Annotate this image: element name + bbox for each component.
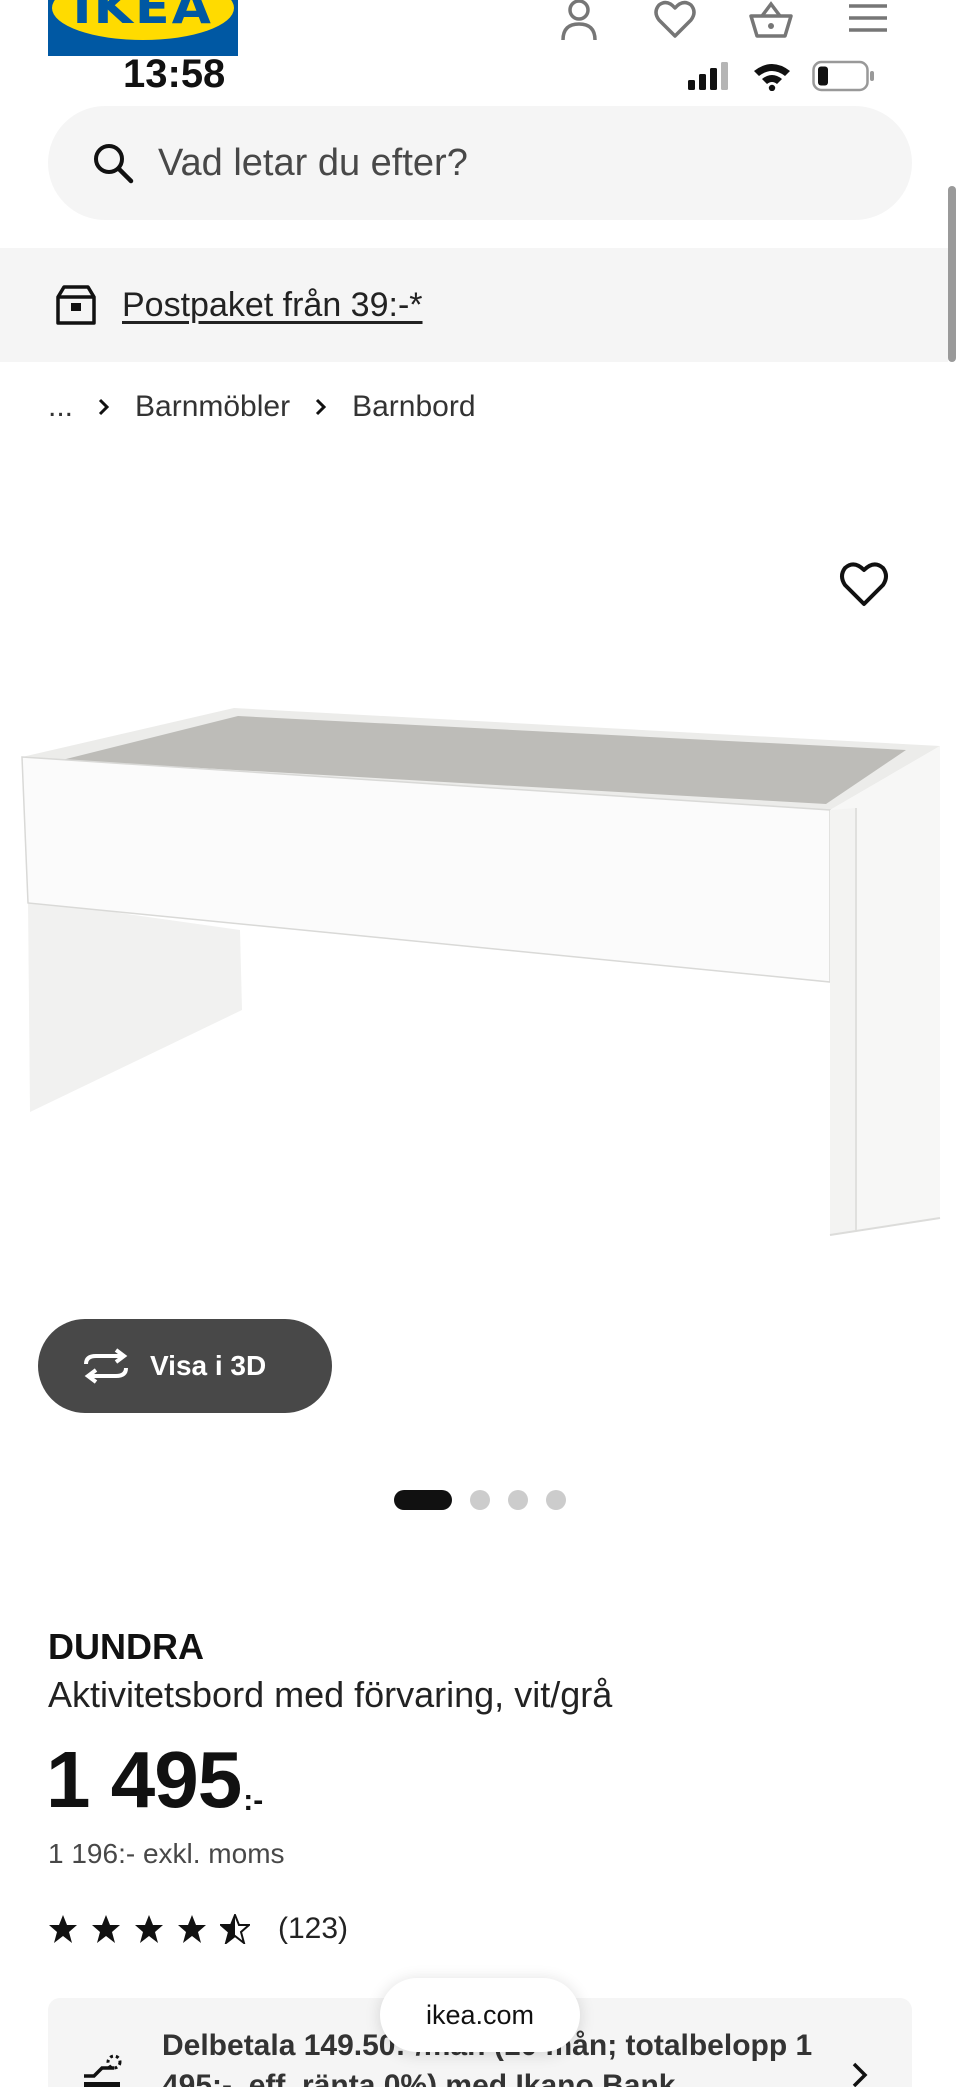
product-description: Aktivitetsbord med förvaring, vit/grå	[48, 1674, 613, 1715]
add-to-favourites-icon[interactable]	[838, 560, 890, 608]
status-time: 13:58	[123, 52, 226, 96]
breadcrumb-item-barnbord[interactable]: Barnbord	[352, 390, 475, 424]
pagination-dot[interactable]	[470, 1490, 490, 1510]
pagination-dot[interactable]	[546, 1490, 566, 1510]
scrollbar[interactable]	[948, 186, 956, 362]
star-full-icon	[135, 1915, 163, 1943]
payment-icon	[84, 2054, 122, 2087]
rotate-3d-icon	[84, 1348, 128, 1384]
search-bar[interactable]: Vad letar du efter?	[48, 106, 912, 220]
top-header: IKEA 13:58	[0, 0, 960, 100]
breadcrumb-item-barnmobler[interactable]: Barnmöbler	[135, 390, 290, 424]
breadcrumb: ... Barnmöbler Barnbord	[48, 390, 476, 424]
package-icon	[56, 285, 96, 325]
star-full-icon	[92, 1915, 120, 1943]
chevron-right-icon	[316, 398, 327, 416]
menu-icon[interactable]	[843, 0, 891, 40]
product-price: 1 495 :-	[46, 1740, 263, 1820]
logo-text: IKEA	[72, 0, 214, 34]
rating-count: (123)	[278, 1912, 349, 1945]
price-amount: 1 495	[46, 1735, 242, 1824]
rating-stars	[48, 1914, 250, 1944]
chevron-right-icon	[852, 2062, 868, 2087]
shipping-promo-link[interactable]: Postpaket från 39:-*	[122, 286, 423, 325]
pagination-dot[interactable]	[508, 1490, 528, 1510]
search-icon	[94, 144, 134, 184]
battery-icon	[812, 60, 874, 92]
browser-url-pill[interactable]: ikea.com	[380, 1978, 580, 2052]
product-image[interactable]	[0, 690, 960, 1310]
price-currency: :-	[243, 1784, 264, 1817]
profile-icon[interactable]	[555, 0, 603, 40]
product-name: DUNDRA	[48, 1626, 204, 1667]
chevron-right-icon	[98, 398, 110, 416]
ikea-logo[interactable]: IKEA	[48, 0, 238, 56]
promo-banner[interactable]: Postpaket från 39:-*	[0, 248, 948, 362]
image-pagination	[394, 1490, 566, 1510]
product-rating[interactable]: (123)	[48, 1912, 348, 1946]
breadcrumb-ellipsis[interactable]: ...	[48, 390, 73, 424]
pagination-dot-active[interactable]	[394, 1490, 452, 1510]
view-in-3d-button[interactable]: Visa i 3D	[38, 1319, 332, 1413]
wifi-icon	[754, 64, 790, 91]
status-icons	[688, 60, 876, 92]
table-right-leg-edge	[830, 808, 856, 1235]
header-icons	[555, 0, 891, 40]
table-left-leg	[28, 900, 242, 1112]
star-full-icon	[178, 1915, 206, 1943]
price-excl-vat: 1 196:- exkl. moms	[48, 1838, 285, 1869]
view-in-3d-label: Visa i 3D	[150, 1350, 267, 1381]
star-half-icon	[220, 1914, 250, 1944]
logo-oval: IKEA	[52, 0, 234, 40]
signal-icon	[688, 62, 728, 90]
cart-icon[interactable]	[747, 0, 795, 40]
heart-icon[interactable]	[651, 0, 699, 40]
star-full-icon	[49, 1915, 77, 1943]
search-input[interactable]: Vad letar du efter?	[158, 142, 468, 185]
